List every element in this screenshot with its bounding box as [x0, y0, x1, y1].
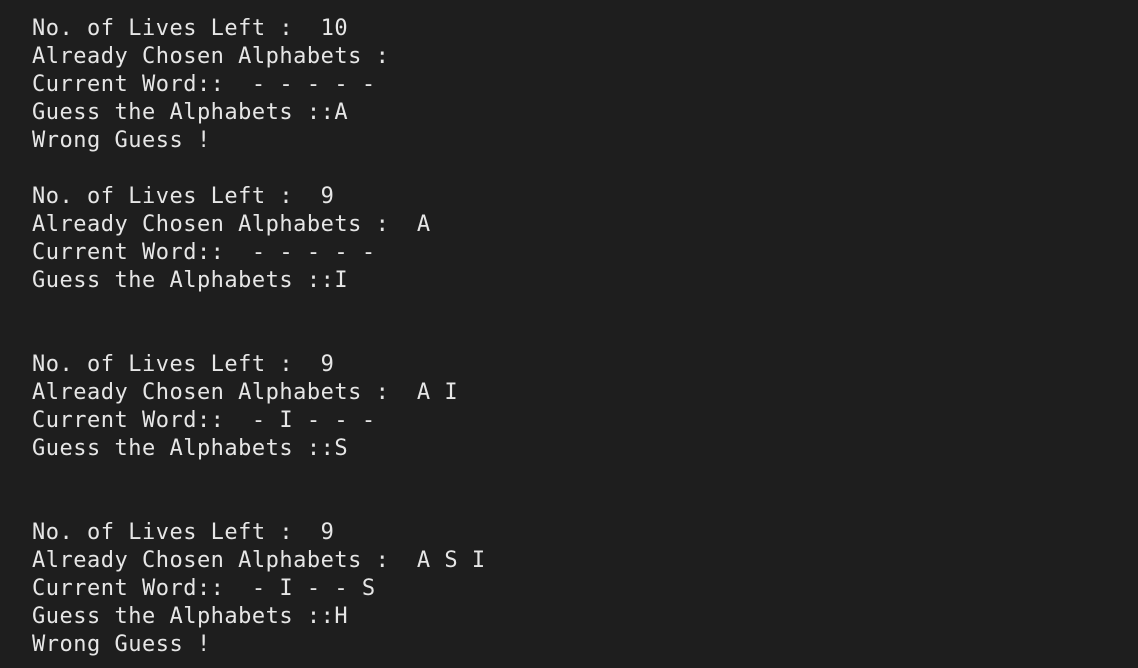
- current-word-line: Current Word:: - - - - -: [32, 240, 376, 265]
- guess-line: Guess the Alphabets ::I: [32, 268, 349, 293]
- lives-left-line: No. of Lives Left : 10: [32, 16, 349, 41]
- guess-line: Guess the Alphabets ::A: [32, 100, 349, 125]
- wrong-guess-line: Wrong Guess !: [32, 632, 211, 657]
- current-word-line: Current Word:: - I - - S: [32, 576, 376, 601]
- lives-left-line: No. of Lives Left : 9: [32, 352, 335, 377]
- guess-line: Guess the Alphabets ::H: [32, 604, 349, 629]
- lives-left-line: No. of Lives Left : 9: [32, 184, 335, 209]
- current-word-line: Current Word:: - - - - -: [32, 72, 376, 97]
- wrong-guess-line: Wrong Guess !: [32, 128, 211, 153]
- guess-line: Guess the Alphabets ::S: [32, 436, 349, 461]
- chosen-alphabets-line: Already Chosen Alphabets : A: [32, 212, 431, 237]
- chosen-alphabets-line: Already Chosen Alphabets : A S I: [32, 548, 486, 573]
- lives-left-line: No. of Lives Left : 9: [32, 520, 335, 545]
- terminal-output: No. of Lives Left : 10 Already Chosen Al…: [0, 0, 1138, 668]
- chosen-alphabets-line: Already Chosen Alphabets : A I: [32, 380, 459, 405]
- current-word-line: Current Word:: - I - - -: [32, 408, 376, 433]
- chosen-alphabets-line: Already Chosen Alphabets :: [32, 44, 390, 69]
